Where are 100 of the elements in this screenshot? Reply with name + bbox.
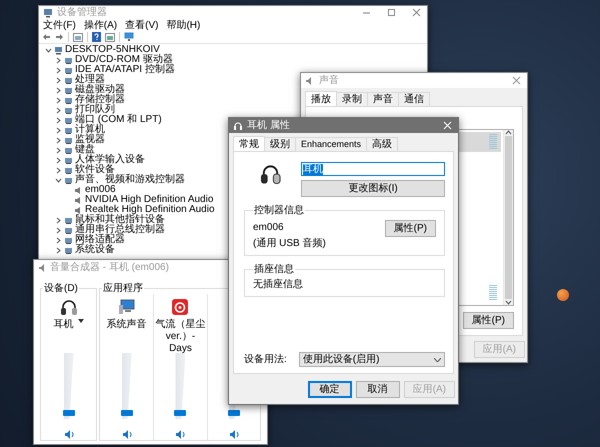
tree-item[interactable]: 处理器 (75, 75, 105, 85)
group-heading: 插座信息 (253, 264, 295, 275)
help-icon[interactable] (92, 32, 101, 42)
tree-item[interactable]: 鼠标和其他指针设备 (75, 215, 165, 225)
menu-item[interactable]: 操作(A) (84, 20, 118, 30)
tab[interactable]: 常规 (233, 136, 265, 151)
slider-thumb[interactable] (174, 410, 186, 416)
caret-icon[interactable] (78, 319, 84, 323)
chevron-icon[interactable] (55, 116, 62, 124)
tree-item[interactable]: 磁盘驱动器 (75, 85, 125, 95)
speaker-icon[interactable] (175, 429, 186, 439)
chevron-icon[interactable] (55, 126, 62, 134)
tree-item[interactable]: 通用串行总线控制器 (75, 225, 165, 235)
tab[interactable]: 播放 (305, 91, 337, 106)
jack-info-text: 无插座信息 (253, 279, 304, 290)
device-icon (64, 176, 73, 184)
menu-item[interactable]: 查看(V) (125, 20, 158, 30)
tree-item[interactable]: 软件设备 (75, 165, 115, 175)
tree-item[interactable]: DVD/CD-ROM 驱动器 (75, 55, 173, 65)
chevron-icon[interactable] (55, 246, 62, 254)
maximize-icon[interactable] (387, 8, 396, 17)
name-field[interactable]: 耳机 (301, 162, 445, 176)
tab[interactable]: 通信 (398, 92, 430, 106)
tab[interactable]: 声音 (367, 92, 399, 106)
volume-slider[interactable] (62, 353, 74, 419)
chevron-icon[interactable] (55, 176, 62, 184)
chevron-icon[interactable] (55, 156, 62, 164)
tree-item[interactable]: IDE ATA/ATAPI 控制器 (75, 65, 175, 75)
app-name: 气流（星尘ver.）- Days (154, 319, 206, 355)
window-icon[interactable] (105, 32, 115, 42)
tab[interactable]: 录制 (336, 92, 368, 106)
device-icon (64, 246, 73, 254)
change-icon-button[interactable]: 更改图标(I) (301, 180, 445, 197)
controller-type: (通用 USB 音频) (253, 238, 326, 249)
device-name: 耳机 (54, 319, 74, 331)
chevron-icon[interactable] (55, 96, 62, 104)
slider-thumb[interactable] (62, 410, 74, 416)
tree-item[interactable]: 键盘 (75, 145, 95, 155)
chevron-icon[interactable] (55, 86, 62, 94)
group-heading: 控制器信息 (253, 205, 305, 216)
device-icon (64, 166, 73, 174)
headphones-icon (60, 298, 78, 316)
speaker-icon[interactable] (64, 429, 74, 439)
chevron-icon[interactable] (55, 236, 62, 244)
back-arrow-icon[interactable] (42, 33, 51, 41)
chevron-icon[interactable] (55, 146, 62, 154)
chevron-icon[interactable] (55, 106, 62, 114)
chevron-icon[interactable] (45, 46, 52, 54)
chevron-icon[interactable] (55, 66, 62, 74)
tree-item[interactable]: 端口 (COM 和 LPT) (75, 115, 162, 125)
chevron-icon[interactable] (55, 76, 62, 84)
volume-slider[interactable] (120, 353, 133, 419)
tab[interactable]: 高级 (366, 137, 398, 151)
properties-button[interactable]: 属性(P) (384, 220, 436, 237)
dialog-button[interactable]: 取消 (356, 380, 400, 398)
monitor-icon[interactable] (124, 32, 134, 42)
chevron-icon[interactable] (55, 136, 62, 144)
caret-icon (434, 358, 441, 362)
device-icon (64, 126, 73, 134)
group-heading: 设备(D) (43, 283, 79, 294)
tree-item[interactable]: 计算机 (75, 125, 105, 135)
device-icon (64, 86, 73, 94)
tree-item[interactable]: 打印队列 (75, 105, 115, 115)
device-usage-dropdown[interactable]: 使用此设备(启用) (298, 352, 445, 367)
chevron-icon[interactable] (55, 166, 62, 174)
slider-thumb[interactable] (120, 410, 133, 416)
window-icon[interactable] (73, 32, 83, 42)
tree-item[interactable]: 监视器 (75, 135, 105, 145)
device-icon (64, 116, 73, 124)
tree-item[interactable]: NVIDIA High Definition Audio (85, 195, 214, 205)
speaker-icon[interactable] (122, 429, 132, 439)
menu-item[interactable]: 帮助(H) (166, 20, 200, 30)
tree-item[interactable]: 网络适配器 (75, 235, 125, 245)
volume-slider[interactable] (174, 353, 186, 419)
chevron-icon[interactable] (55, 226, 62, 234)
forward-arrow-icon[interactable] (55, 33, 64, 41)
device-icon (64, 56, 73, 64)
level-meter-icon (489, 134, 497, 150)
tree-item[interactable]: 存储控制器 (75, 95, 125, 105)
close-icon[interactable] (512, 76, 521, 85)
scrollbar[interactable] (503, 130, 513, 305)
controller-name: em006 (253, 222, 285, 233)
tree-item[interactable]: em006 (85, 185, 116, 195)
window-title: 设备管理器 (57, 6, 107, 18)
chevron-icon[interactable] (55, 216, 62, 224)
tree-item[interactable]: Realtek High Definition Audio (85, 205, 215, 215)
properties-button[interactable]: 属性(P) (462, 312, 514, 329)
device-icon (64, 236, 73, 244)
headphones-icon (233, 120, 243, 130)
tree-item[interactable]: 人体学输入设备 (75, 155, 145, 165)
close-icon[interactable] (412, 8, 421, 17)
tree-item[interactable]: 系统设备 (75, 245, 115, 255)
tab[interactable]: 级别 (264, 137, 296, 151)
chevron-icon[interactable] (55, 56, 62, 64)
menu-item[interactable]: 文件(F) (43, 20, 76, 30)
dialog-button[interactable]: 确定 (308, 380, 352, 398)
tree-item[interactable]: DESKTOP-5NHKOIV (65, 45, 160, 55)
speaker-icon[interactable] (228, 429, 239, 439)
slider-thumb[interactable] (228, 410, 240, 416)
tree-item[interactable]: 声音、视频和游戏控制器 (75, 175, 185, 185)
